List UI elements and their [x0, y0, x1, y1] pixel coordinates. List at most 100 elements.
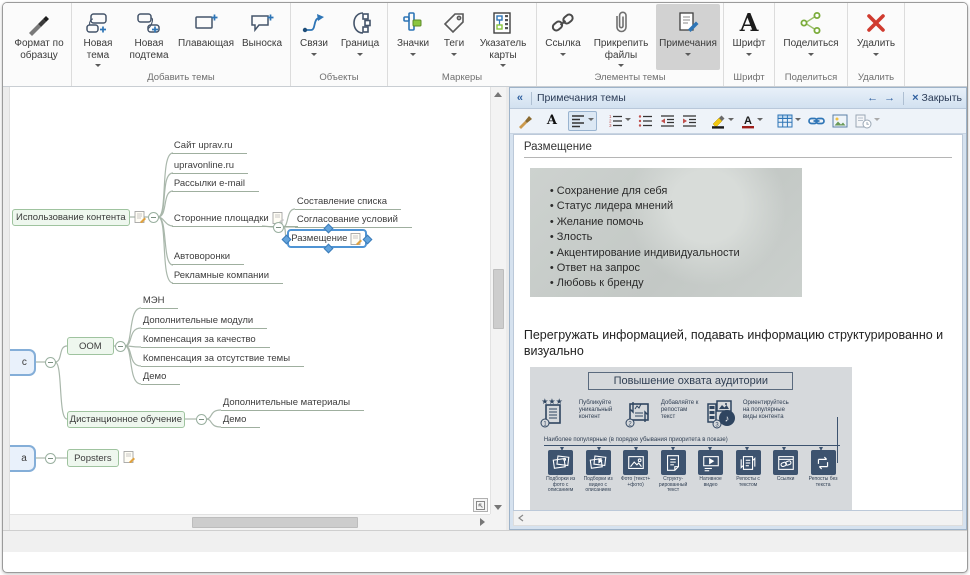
notes-button[interactable]: Примечания	[656, 4, 720, 70]
slide-bullet: Статус лидера мнений	[550, 199, 796, 214]
notes-horizontal-scrollbar[interactable]	[513, 511, 963, 526]
bullet-list-button[interactable]	[635, 111, 656, 131]
relationship-icon	[301, 10, 327, 36]
topic-partial-bottom[interactable]: а	[10, 445, 36, 472]
collapse-toggle[interactable]	[45, 453, 56, 464]
notes-toolbar: A 123 A	[510, 109, 966, 134]
link-button[interactable]: Ссылка	[540, 4, 586, 70]
scroll-up-arrow[interactable]	[491, 87, 505, 101]
callout-icon	[249, 10, 275, 36]
note-editor[interactable]: Размещение Сохранение для себя Статус ли…	[513, 134, 963, 511]
topic-dop-materialy[interactable]: Дополнительные материалы	[221, 397, 364, 411]
scroll-left-arrow[interactable]	[514, 511, 528, 525]
map-index-button[interactable]: Указатель карты	[473, 4, 533, 70]
ribbon-group-format: Формат по образцу	[7, 3, 72, 86]
topic-note-icon[interactable]	[350, 233, 362, 245]
topic-popsters[interactable]: Popsters	[67, 449, 119, 467]
topic-label: Использование контента	[16, 212, 126, 223]
highlighter-icon	[711, 113, 726, 129]
numbered-list-button[interactable]: 123	[605, 111, 634, 131]
share-button[interactable]: Поделиться	[778, 4, 844, 70]
collapse-panel-icon[interactable]: «	[514, 92, 526, 104]
close-panel-icon[interactable]: ×	[909, 92, 921, 104]
group-label: Поделиться	[777, 71, 845, 86]
insert-link-button[interactable]	[805, 111, 828, 131]
highlight-button[interactable]	[708, 111, 737, 131]
collapse-toggle[interactable]	[45, 357, 56, 368]
app-window: Формат по образцу Новая тема Новая подте…	[2, 2, 968, 573]
publish-content-icon: ★★★1	[540, 396, 576, 430]
insert-link-icon	[808, 115, 825, 127]
collapse-toggle[interactable]	[273, 222, 284, 233]
topic-sait-uprav[interactable]: Сайт uprav.ru	[172, 140, 247, 154]
nav-back-icon[interactable]: ←	[864, 92, 881, 104]
slide-bullet: Любовь к бренду	[550, 276, 796, 291]
topic-oom[interactable]: ООМ	[67, 337, 114, 355]
horizontal-scroll-thumb[interactable]	[192, 517, 358, 528]
new-topic-button[interactable]: Новая тема	[75, 4, 121, 70]
topic-upravonline[interactable]: upravonline.ru	[172, 160, 248, 174]
collapse-toggle[interactable]	[196, 414, 207, 425]
fit-map-button[interactable]	[473, 498, 488, 512]
note-slide-image[interactable]: Сохранение для себя Статус лидера мнений…	[530, 168, 802, 297]
tags-button[interactable]: Теги	[437, 4, 471, 70]
collapse-toggle[interactable]	[115, 341, 126, 352]
tags-label: Теги	[444, 38, 464, 50]
decrease-indent-button[interactable]	[657, 111, 678, 131]
vertical-scroll-thumb[interactable]	[493, 269, 504, 329]
topic-note-icon[interactable]	[134, 211, 146, 223]
topic-reklamnye-kompanii[interactable]: Рекламные компании	[172, 270, 283, 284]
attach-files-button[interactable]: Прикрепить файлы	[588, 4, 654, 70]
repost-no-text-icon	[813, 453, 833, 473]
topic-label: Составление списка	[297, 196, 387, 207]
font-dialog-button[interactable]: A	[544, 111, 560, 131]
icons-label: Значки	[397, 38, 429, 50]
relationships-button[interactable]: Связи	[294, 4, 334, 70]
format-painter-icon	[26, 10, 52, 36]
topic-kompensaciya-kachestvo[interactable]: Компенсация за качество	[141, 334, 270, 348]
topic-razmeshchenie-selected[interactable]: Размещение	[287, 229, 367, 248]
topic-sostavlenie-spiska[interactable]: Составление списка	[295, 196, 401, 210]
floating-topic-label: Плавающая	[178, 38, 234, 50]
font-button[interactable]: A Шрифт	[727, 4, 771, 70]
align-button[interactable]	[568, 111, 597, 131]
scroll-down-arrow[interactable]	[491, 500, 505, 514]
insert-table-button[interactable]	[774, 111, 804, 131]
topic-demo-1[interactable]: Демо	[141, 371, 181, 385]
topic-distancionnoe-obuchenie[interactable]: Дистанционное обучение	[67, 411, 185, 428]
insert-datetime-button[interactable]	[852, 111, 883, 131]
increase-indent-button[interactable]	[679, 111, 700, 131]
topic-dop-moduli[interactable]: Дополнительные модули	[141, 315, 267, 329]
topic-partial-top[interactable]: с	[10, 349, 36, 376]
topic-rassylki-email[interactable]: Рассылки e-mail	[172, 178, 259, 192]
new-subtopic-button[interactable]: Новая подтема	[123, 4, 175, 70]
dropdown-caret	[311, 53, 317, 59]
topic-demo-2[interactable]: Демо	[221, 414, 261, 428]
topic-men[interactable]: МЭН	[141, 295, 179, 309]
nav-forward-icon[interactable]: →	[881, 92, 898, 104]
font-color-button[interactable]: A	[738, 111, 766, 131]
collapse-toggle[interactable]	[148, 212, 159, 223]
note-infographic-image[interactable]: Повышение охвата аудитории ★★★1 Публикуй…	[530, 367, 852, 511]
topic-soglasovanie-uslovij[interactable]: Согласование условий	[295, 214, 412, 228]
topic-avtovoronki[interactable]: Автоворонки	[172, 251, 244, 265]
topic-ispolzovanie-kontenta[interactable]: Использование контента	[12, 209, 130, 226]
format-painter-button[interactable]: Формат по образцу	[10, 4, 68, 70]
table-icon	[777, 114, 793, 128]
format-brush-button[interactable]	[514, 111, 536, 131]
slide-bullet-list: Сохранение для себя Статус лидера мнений…	[550, 184, 796, 292]
map-canvas[interactable]: Использование контента Сайт uprav.ru upr…	[10, 87, 490, 514]
boundary-button[interactable]: Граница	[336, 4, 384, 70]
topic-kompensaciya-otsutstvie[interactable]: Компенсация за отсутствие темы	[141, 353, 304, 367]
insert-image-button[interactable]	[829, 111, 851, 131]
close-panel-label[interactable]: Закрыть	[922, 92, 962, 104]
icons-button[interactable]: Значки	[391, 4, 435, 70]
scroll-right-arrow[interactable]	[476, 515, 490, 529]
delete-button[interactable]: Удалить	[851, 4, 901, 70]
topic-label: Компенсация за качество	[143, 334, 256, 345]
floating-topic-button[interactable]: Плавающая	[177, 4, 235, 70]
callout-button[interactable]: Выноска	[237, 4, 287, 70]
map-horizontal-scrollbar[interactable]	[10, 514, 490, 530]
map-vertical-scrollbar[interactable]	[490, 87, 506, 514]
topic-note-icon[interactable]	[123, 451, 135, 463]
